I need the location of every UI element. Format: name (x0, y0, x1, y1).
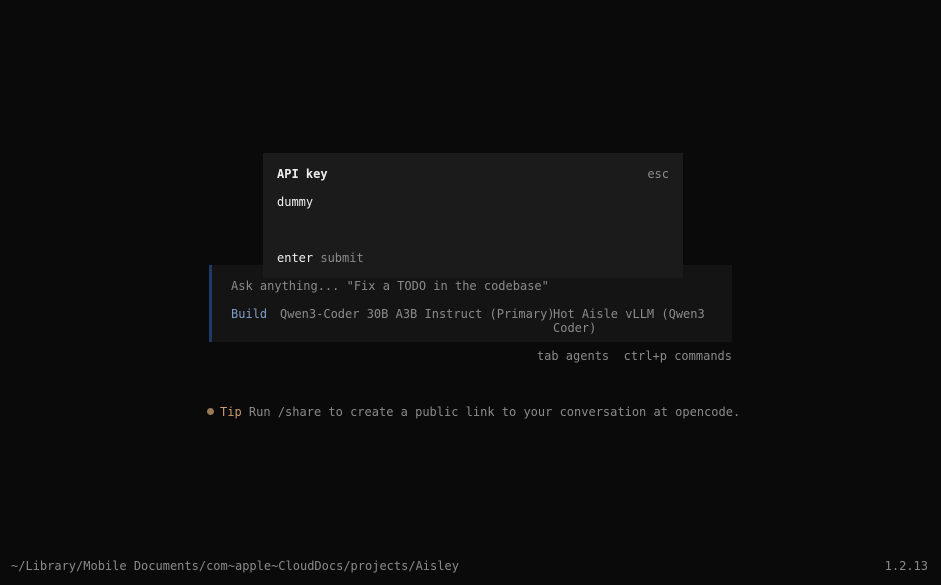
commands-hint[interactable]: commands (674, 349, 732, 363)
version-label: 1.2.13 (884, 559, 928, 573)
provider-name: Hot Aisle vLLM (Qwen3 Coder) (553, 307, 705, 335)
keyboard-hints: tab agents ctrl+p commands (537, 349, 732, 363)
ctrl-p-key-hint: ctrl+p (623, 349, 667, 363)
working-directory-path: ~/Library/Mobile Documents/com~apple~Clo… (11, 559, 459, 573)
enter-key-hint: enter (277, 251, 314, 265)
dialog-title: API key (277, 167, 328, 181)
dialog-footer: enter submit (277, 251, 364, 265)
model-name: Qwen3-Coder 30B A3B Instruct (Primary) (280, 307, 555, 321)
api-key-input[interactable] (277, 195, 667, 209)
dialog-close-esc[interactable]: esc (647, 167, 669, 181)
prompt-placeholder[interactable]: Ask anything... "Fix a TODO in the codeb… (231, 279, 549, 293)
tab-key-hint: tab (536, 349, 559, 363)
agents-hint[interactable]: agents (566, 349, 609, 363)
tip-line: Tip Run /share to create a public link t… (207, 405, 740, 419)
model-selector[interactable]: Qwen3-Coder 30B A3B Instruct (Primary) H… (280, 307, 720, 335)
submit-hint[interactable]: submit (320, 251, 363, 265)
api-key-dialog: API key esc enter submit (263, 153, 683, 278)
tip-bullet-icon (207, 408, 214, 415)
tip-text: Run /share to create a public link to yo… (248, 405, 741, 419)
tip-label: Tip (220, 405, 242, 419)
agent-label[interactable]: Build (231, 307, 267, 321)
